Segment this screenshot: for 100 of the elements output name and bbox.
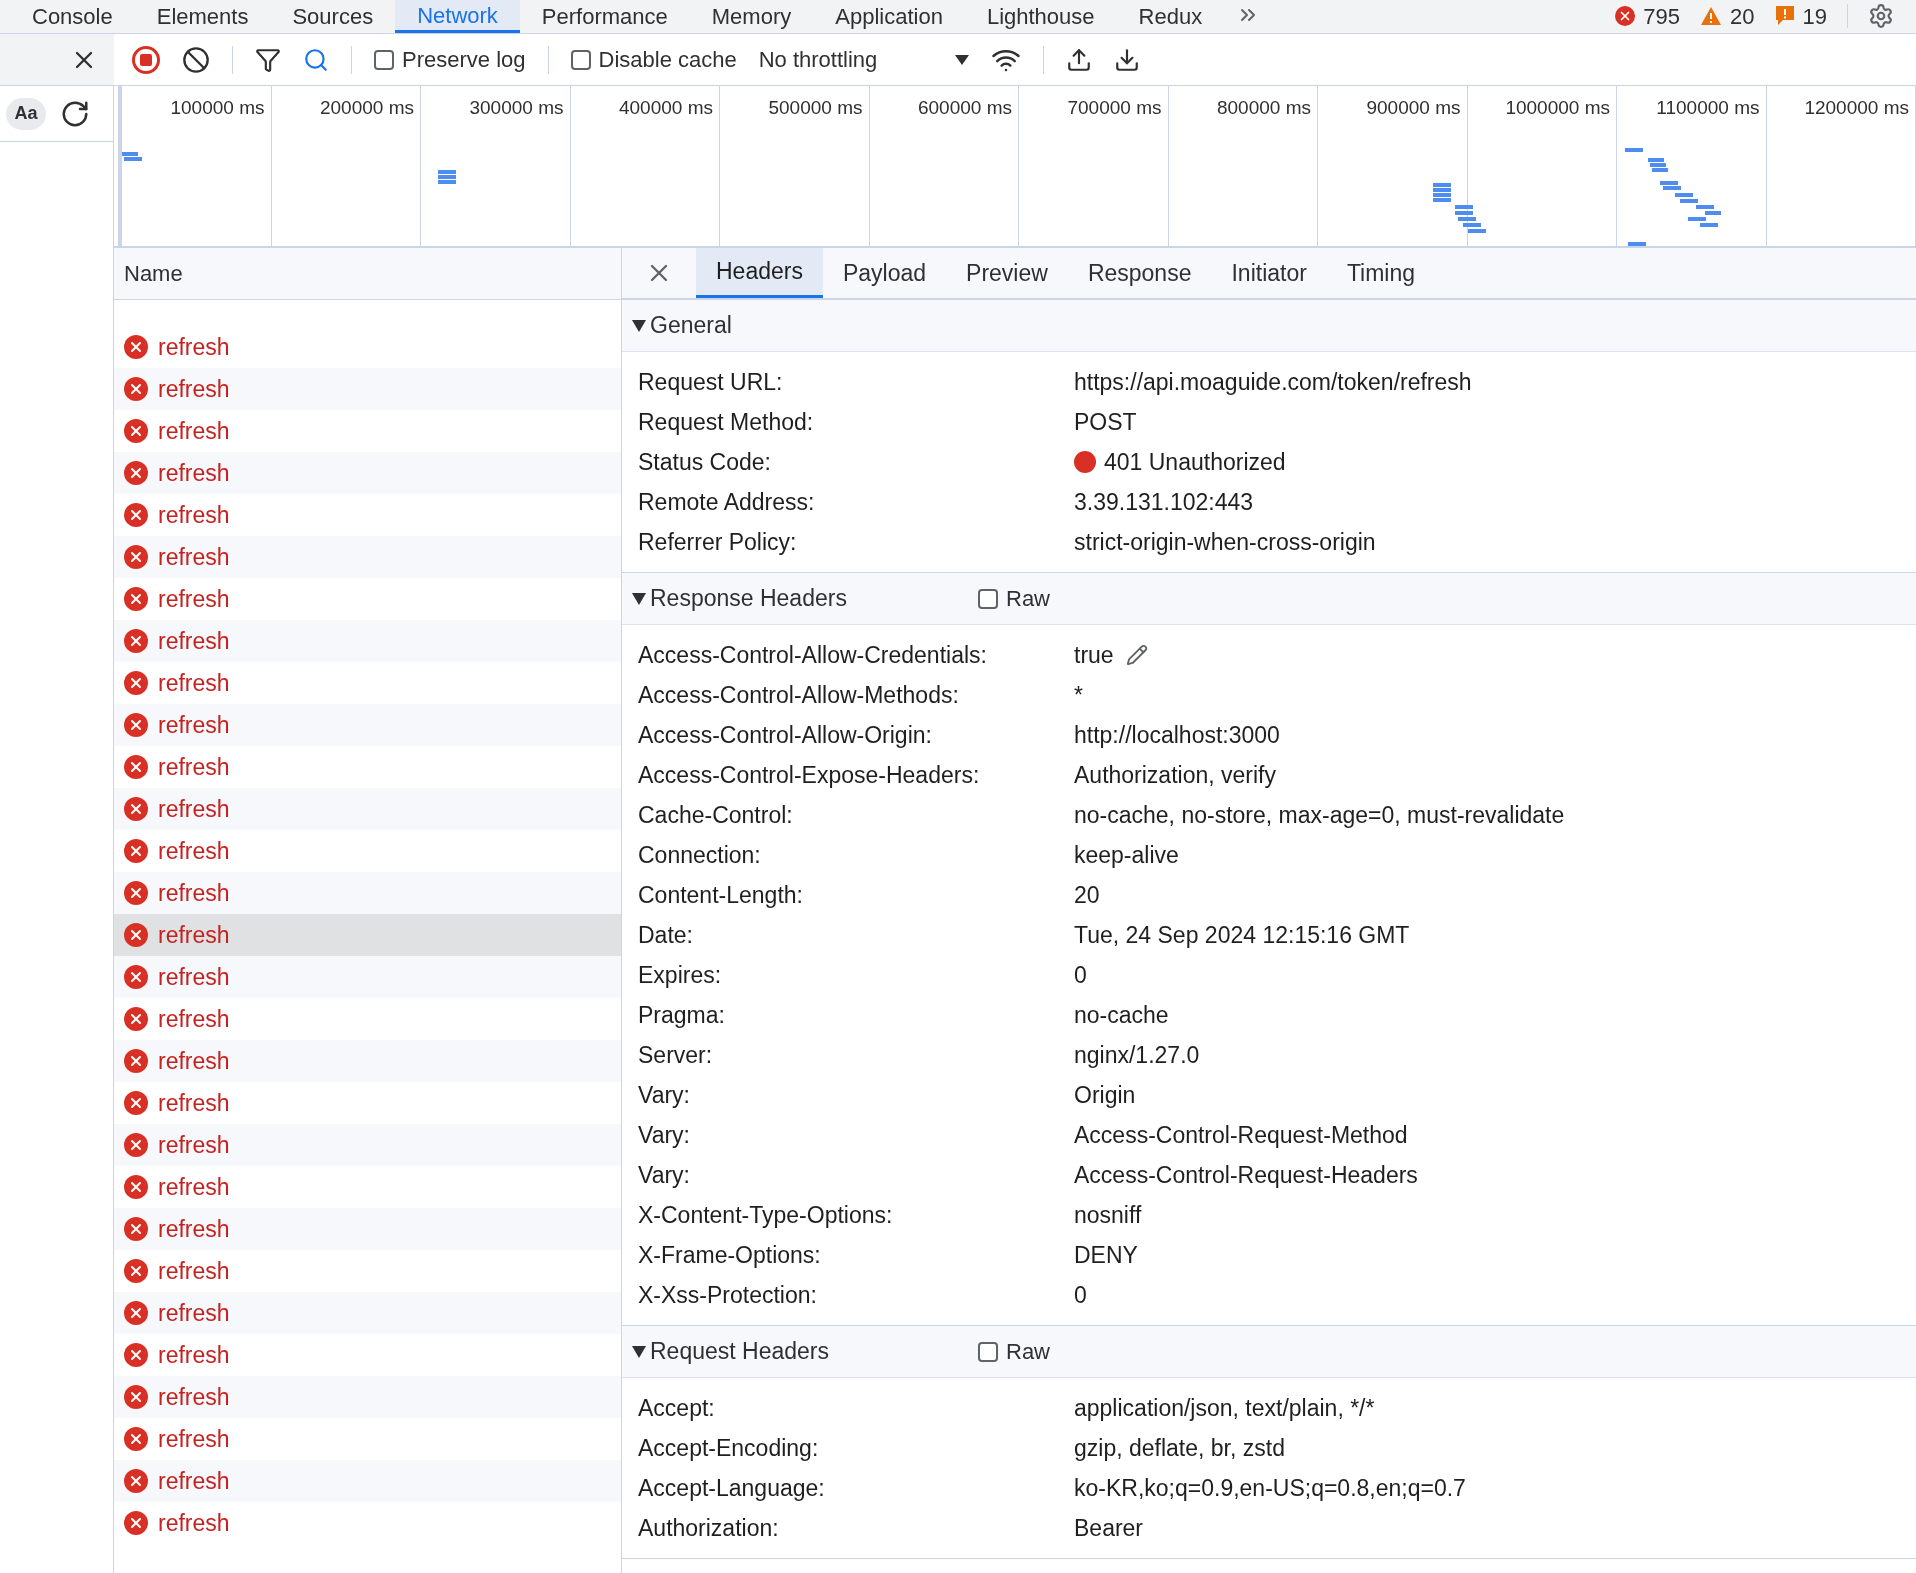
request-name: refresh	[158, 710, 230, 740]
caret-icon	[954, 54, 969, 65]
header-name: Server:	[638, 1040, 714, 1070]
request-name: refresh	[158, 542, 230, 572]
request-row[interactable]: refresh	[114, 914, 621, 956]
panel-tab[interactable]: Elements	[134, 0, 271, 33]
header-name: Request Method:	[638, 407, 815, 437]
detail-tab[interactable]: Headers	[696, 248, 823, 298]
request-name: refresh	[158, 1424, 230, 1454]
header-name: Remote Address:	[638, 487, 816, 517]
request-row[interactable]: refresh	[114, 956, 621, 998]
header-value: gzip, deflate, br, zstd	[1074, 1433, 1285, 1463]
panel-tab[interactable]: Redux	[1116, 0, 1225, 33]
request-name: refresh	[158, 1214, 230, 1244]
panel-tab[interactable]: Memory	[689, 0, 814, 33]
panel-tab[interactable]: Performance	[519, 0, 690, 33]
request-row[interactable]: refresh	[114, 704, 621, 746]
header-value: 0	[1074, 1280, 1087, 1310]
header-value: nginx/1.27.0	[1074, 1040, 1200, 1070]
detail-tab[interactable]: Initiator	[1211, 248, 1327, 298]
request-row[interactable]: refresh	[114, 1292, 621, 1334]
detail-tab[interactable]: Preview	[946, 248, 1068, 298]
header-name: Vary:	[638, 1080, 691, 1110]
tick-label: 400000 ms	[619, 96, 713, 120]
section-header[interactable]: General	[622, 300, 1916, 352]
section-header[interactable]: Request Headers Raw	[622, 1326, 1916, 1378]
request-name: refresh	[158, 1382, 230, 1412]
request-row[interactable]: refresh	[114, 452, 621, 494]
request-name: refresh	[158, 458, 230, 488]
request-row[interactable]: refresh	[114, 620, 621, 662]
tick-label: 700000 ms	[1067, 96, 1162, 120]
header-value: keep-alive	[1074, 840, 1179, 870]
panel-tab[interactable]: Console	[10, 0, 135, 33]
checkbox[interactable]	[978, 1341, 998, 1362]
detail-tab[interactable]: Response	[1067, 248, 1212, 298]
throttling-dropdown[interactable]: No throttling	[758, 43, 969, 76]
request-name: refresh	[158, 416, 230, 446]
header-name: Referrer Policy:	[638, 527, 798, 557]
edit-icon[interactable]	[1125, 644, 1148, 666]
checkbox[interactable]	[374, 49, 394, 70]
header-value: 3.39.131.102:443	[1074, 487, 1254, 517]
tick-label: 900000 ms	[1366, 96, 1461, 120]
request-row[interactable]: refresh	[114, 872, 621, 914]
column-header[interactable]: Name	[114, 248, 621, 300]
request-name: refresh	[158, 962, 230, 992]
panel-tab[interactable]: Network	[395, 0, 520, 33]
header-value: nosniff	[1074, 1200, 1142, 1230]
download-icon[interactable]	[1113, 46, 1140, 73]
section-title: Request Headers	[650, 1337, 830, 1367]
settings-icon[interactable]	[1868, 3, 1894, 29]
header-name: Authorization:	[638, 1513, 780, 1543]
header-value: POST	[1074, 407, 1137, 437]
header-name: Status Code:	[638, 447, 772, 477]
header-name: X-Content-Type-Options:	[638, 1200, 894, 1230]
detail-tab[interactable]: Payload	[822, 248, 947, 298]
detail-tab[interactable]: Timing	[1326, 248, 1436, 298]
request-name: refresh	[158, 1508, 230, 1538]
section-header[interactable]: Response Headers Raw	[622, 573, 1916, 625]
warning-icon	[1700, 6, 1723, 26]
tick-label: 600000 ms	[918, 96, 1012, 120]
tick-label: 300000 ms	[469, 96, 564, 120]
request-row[interactable]: refresh	[114, 1124, 621, 1166]
panel-tab[interactable]: Sources	[270, 0, 396, 33]
header-value: 0	[1074, 960, 1087, 990]
request-row[interactable]: refresh	[114, 788, 621, 830]
match-case-button[interactable]: Aa	[6, 97, 46, 130]
checkbox[interactable]	[978, 588, 998, 609]
header-value: strict-origin-when-cross-origin	[1074, 527, 1376, 557]
count-label: 795	[1643, 2, 1681, 31]
checkbox[interactable]	[570, 49, 591, 70]
tick-label: 200000 ms	[320, 96, 414, 120]
request-row[interactable]: refresh	[114, 1040, 621, 1082]
request-row[interactable]: refresh	[114, 1376, 621, 1418]
tick-label: 800000 ms	[1217, 96, 1311, 120]
request-row[interactable]: refresh	[114, 1460, 621, 1502]
header-value: 20	[1074, 880, 1100, 910]
record-button[interactable]	[132, 45, 160, 74]
header-value: Tue, 24 Sep 2024 12:15:16 GMT	[1074, 920, 1410, 950]
header-name: Access-Control-Allow-Credentials:	[638, 640, 988, 670]
header-name: Expires:	[638, 960, 723, 990]
request-row[interactable]: refresh	[114, 1208, 621, 1250]
header-value: Access-Control-Request-Method	[1074, 1120, 1408, 1150]
header-value: DENY	[1074, 1240, 1138, 1270]
request-name: refresh	[158, 626, 230, 656]
panel-tab[interactable]: Lighthouse	[964, 0, 1117, 33]
request-name: refresh	[158, 1088, 230, 1118]
panel-tab[interactable]: Application	[813, 0, 965, 33]
filter-icon[interactable]	[255, 46, 281, 73]
request-name: refresh	[158, 1298, 230, 1328]
search-icon[interactable]	[303, 46, 329, 73]
header-name: Request URL:	[638, 367, 784, 397]
header-name: Connection:	[638, 840, 762, 870]
header-value: Origin	[1074, 1080, 1136, 1110]
request-row[interactable]: refresh	[114, 368, 621, 410]
header-value: application/json, text/plain, */*	[1074, 1393, 1375, 1423]
clear-icon[interactable]	[182, 45, 210, 74]
header-value: 401 Unauthorized	[1104, 447, 1286, 477]
request-row[interactable]: refresh	[114, 536, 621, 578]
upload-icon[interactable]	[1065, 46, 1092, 73]
request-name: refresh	[158, 1046, 230, 1076]
